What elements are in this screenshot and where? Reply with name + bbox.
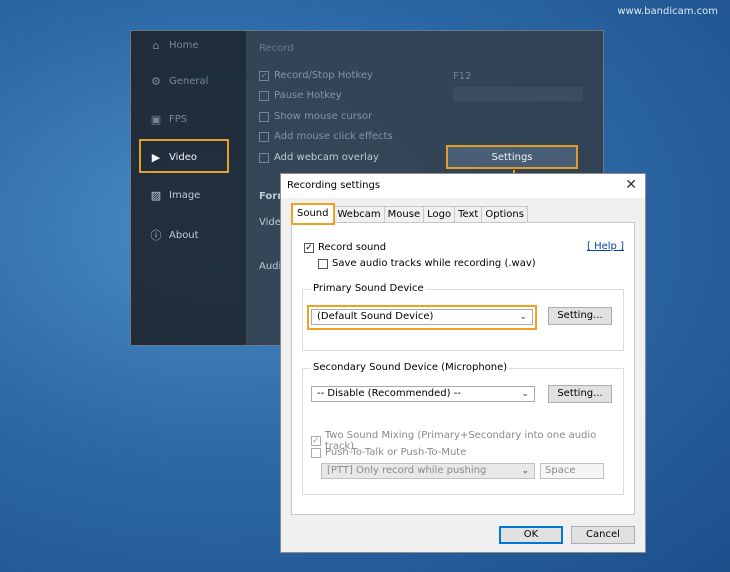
checkbox-label: Show mouse cursor	[274, 111, 373, 122]
info-icon: ⓘ	[150, 229, 162, 242]
pause-hotkey-checkbox[interactable]: Pause Hotkey	[259, 90, 342, 101]
checkbox-box[interactable]	[259, 90, 269, 101]
checkbox-label: Save audio tracks while recording (.wav)	[332, 258, 536, 269]
fps-icon: ▣	[150, 113, 162, 126]
primary-select-highlight-frame	[307, 305, 537, 330]
sidebar: ⌂ Home ⚙ General ▣ FPS ▶ Video ▨ Image ⓘ…	[131, 31, 246, 345]
sidebar-item-label: Home	[169, 40, 199, 51]
select-value: -- Disable (Recommended) --	[317, 388, 461, 399]
checkbox-box[interactable]	[259, 131, 269, 142]
sidebar-item-about[interactable]: ⓘ About	[149, 227, 199, 243]
checkbox-box[interactable]: ✓	[259, 70, 269, 81]
audio-label: Audi	[259, 261, 282, 272]
chevron-down-icon: ⌄	[521, 389, 529, 399]
tab-mouse[interactable]: Mouse	[383, 206, 425, 222]
secondary-sound-device-group: Secondary Sound Device (Microphone) -- D…	[302, 362, 624, 495]
dialog-titlebar: Recording settings ✕	[281, 174, 645, 198]
checkbox-box[interactable]: ✓	[311, 436, 321, 446]
sidebar-item-general[interactable]: ⚙ General	[149, 75, 208, 88]
chevron-down-icon: ⌄	[521, 466, 529, 476]
tab-logo[interactable]: Logo	[423, 206, 456, 222]
group-label: Primary Sound Device	[311, 283, 426, 294]
cancel-button[interactable]: Cancel	[571, 526, 635, 544]
mouse-click-effects-checkbox[interactable]: Add mouse click effects	[259, 131, 393, 142]
ptt-key-field[interactable]: Space	[540, 463, 604, 479]
record-sound-checkbox[interactable]: ✓ Record sound	[304, 242, 386, 253]
sidebar-item-label: Image	[169, 190, 201, 201]
checkbox-label: Record/Stop Hotkey	[274, 70, 373, 81]
primary-sound-device-group: Primary Sound Device (Default Sound Devi…	[302, 283, 624, 351]
checkbox-label: Add mouse click effects	[274, 131, 393, 142]
checkbox-label: Add webcam overlay	[274, 152, 379, 163]
checkbox-label: Push-To-Talk or Push-To-Mute	[325, 447, 467, 458]
gear-icon: ⚙	[151, 75, 161, 88]
select-value: [PTT] Only record while pushing	[327, 465, 487, 476]
webcam-settings-button[interactable]: Settings	[446, 145, 578, 169]
record-hotkey-checkbox[interactable]: ✓ Record/Stop Hotkey	[259, 70, 373, 81]
pause-hotkey-field[interactable]	[453, 87, 583, 101]
ok-button[interactable]: OK	[499, 526, 563, 544]
sidebar-item-label: About	[169, 229, 199, 241]
section-title: Record	[259, 43, 294, 54]
checkbox-box[interactable]	[259, 152, 269, 163]
tab-webcam[interactable]: Webcam	[333, 206, 385, 222]
checkbox-box[interactable]: ✓	[304, 242, 314, 253]
recording-settings-dialog: Recording settings ✕ Sound Webcam Mouse …	[280, 173, 646, 553]
sidebar-item-fps[interactable]: ▣ FPS	[149, 113, 187, 126]
checkbox-box[interactable]	[259, 111, 269, 122]
watermark: www.bandicam.com	[617, 6, 718, 17]
tab-options[interactable]: Options	[481, 206, 528, 222]
secondary-setting-button[interactable]: Setting...	[548, 385, 612, 403]
sidebar-item-image[interactable]: ▨ Image	[149, 189, 201, 202]
hotkey-value: F12	[453, 71, 472, 82]
video-highlight-frame	[139, 139, 229, 173]
primary-setting-button[interactable]: Setting...	[548, 307, 612, 325]
video-label: Vide	[259, 217, 281, 228]
home-icon: ⌂	[152, 39, 160, 52]
checkbox-label: Pause Hotkey	[274, 90, 342, 101]
show-cursor-checkbox[interactable]: Show mouse cursor	[259, 111, 372, 122]
help-link[interactable]: [ Help ]	[587, 241, 624, 252]
checkbox-box[interactable]	[318, 258, 328, 269]
dialog-title: Recording settings	[287, 180, 381, 191]
tab-text[interactable]: Text	[454, 206, 483, 222]
checkbox-label: Record sound	[318, 242, 387, 253]
image-icon: ▨	[150, 189, 162, 202]
sidebar-item-label: General	[169, 76, 209, 87]
close-icon[interactable]: ✕	[625, 177, 637, 193]
tab-bar: Sound Webcam Mouse Logo Text Options	[291, 203, 528, 225]
webcam-overlay-checkbox[interactable]: Add webcam overlay	[259, 152, 379, 163]
ptt-mode-select[interactable]: [PTT] Only record while pushing ⌄	[321, 463, 535, 479]
sound-tab-panel: ✓ Record sound [ Help ] Save audio track…	[291, 222, 635, 515]
save-audio-tracks-checkbox[interactable]: Save audio tracks while recording (.wav)	[318, 258, 536, 269]
push-to-talk-checkbox[interactable]: Push-To-Talk or Push-To-Mute	[311, 447, 466, 458]
tab-sound[interactable]: Sound	[291, 203, 335, 225]
checkbox-box[interactable]	[311, 447, 321, 458]
sidebar-item-home[interactable]: ⌂ Home	[149, 39, 199, 52]
secondary-sound-device-select[interactable]: -- Disable (Recommended) -- ⌄	[311, 386, 535, 402]
group-label: Secondary Sound Device (Microphone)	[311, 362, 510, 373]
sidebar-item-label: FPS	[169, 114, 188, 125]
